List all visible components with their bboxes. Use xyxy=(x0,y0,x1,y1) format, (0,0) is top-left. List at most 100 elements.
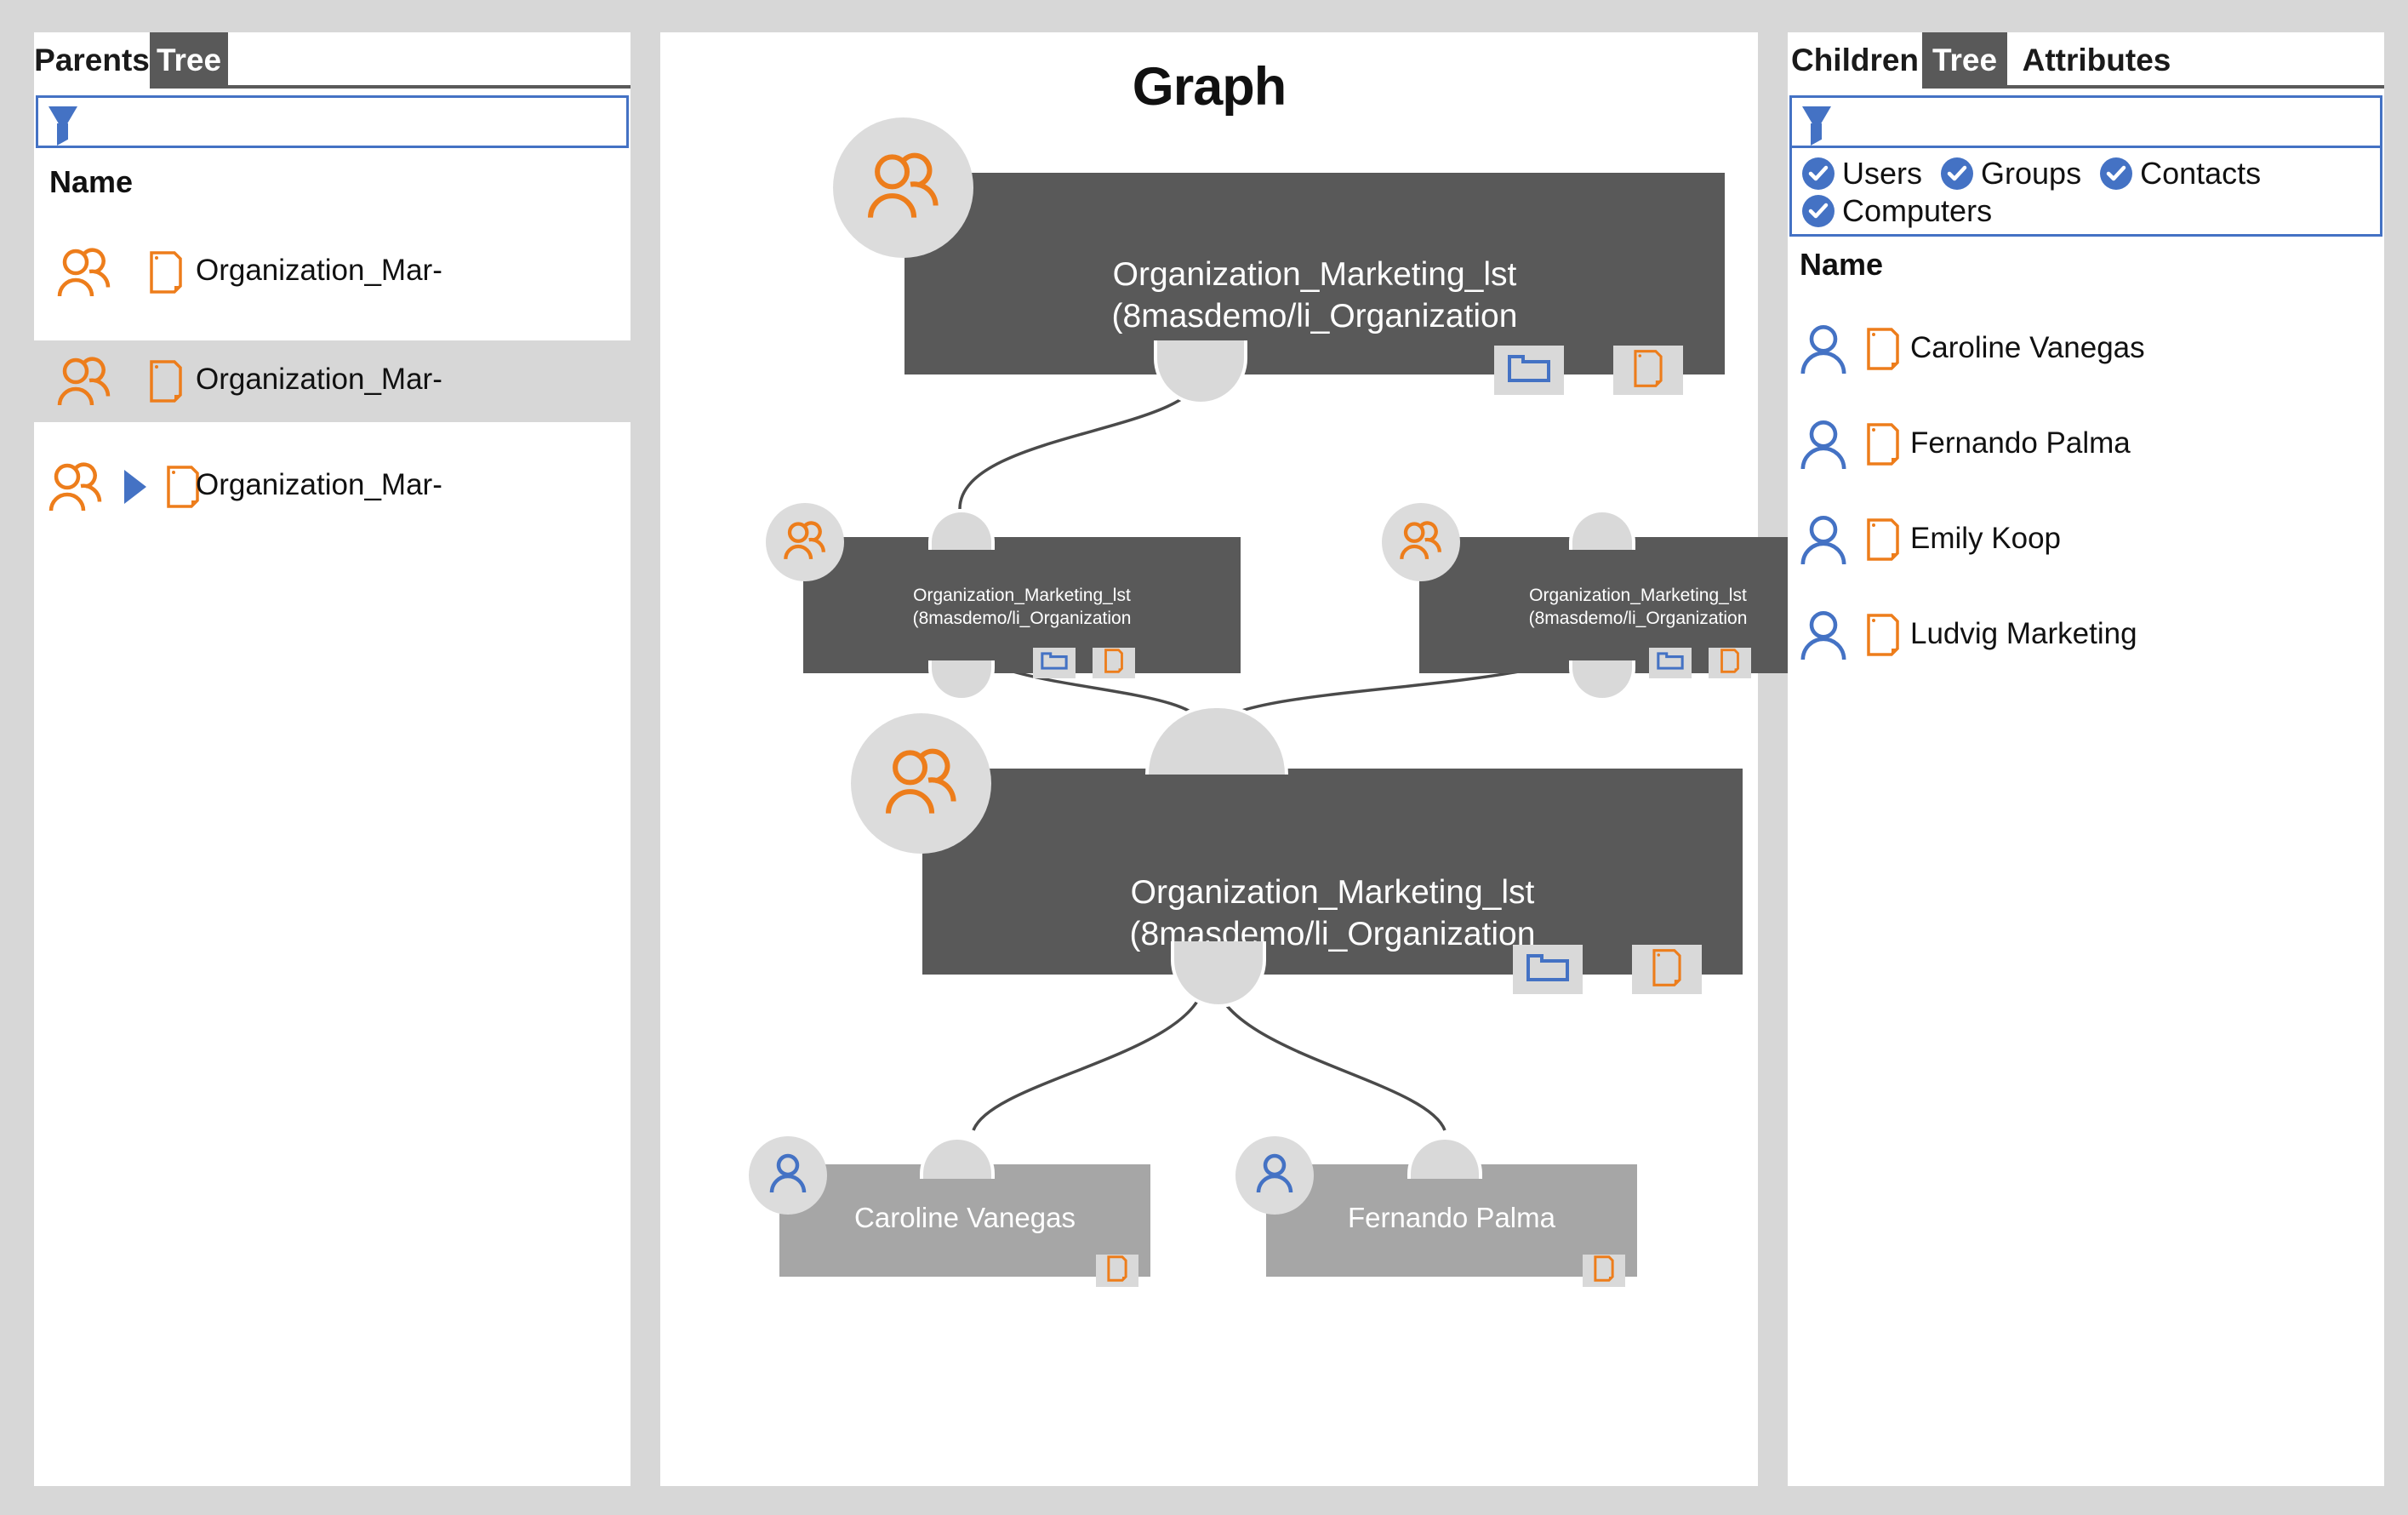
chevron-right-icon[interactable] xyxy=(121,468,151,510)
document-icon xyxy=(1866,422,1900,471)
tab-children-label: Children xyxy=(1790,43,1920,77)
tab-attributes[interactable]: Attributes xyxy=(2013,32,2180,89)
folder-icon xyxy=(1657,650,1684,676)
left-tab-underline xyxy=(228,85,631,89)
group-icon xyxy=(1397,519,1445,566)
children-tree-panel: Children Tree Attributes Users Groups Co… xyxy=(1788,32,2384,1486)
document-icon xyxy=(1866,613,1900,661)
user-icon xyxy=(1800,609,1847,666)
right-tab-underline xyxy=(2007,85,2384,89)
graph-node-mid-left-document-badge[interactable] xyxy=(1093,648,1135,678)
folder-icon xyxy=(1041,650,1068,676)
document-icon xyxy=(1632,349,1664,392)
document-icon xyxy=(149,359,183,408)
graph-panel: Graph Organization_Marketing_lst (8masdem… xyxy=(660,32,1857,1486)
children-list-item-2-label: Emily Koop xyxy=(1910,522,2062,555)
children-list-item-3-label: Ludvig Marketing xyxy=(1910,617,2137,650)
checkbox-groups-label: Groups xyxy=(1981,156,2082,191)
graph-node-caroline-label: Caroline Vanegas xyxy=(854,1202,1076,1233)
tab-attributes-label: Attributes xyxy=(2022,43,2171,77)
folder-icon xyxy=(1526,951,1570,989)
graph-node-center-folder-badge[interactable] xyxy=(1513,945,1583,994)
graph-node-center-label: Organization_Marketing_lst (8masdemo/li_O… xyxy=(1129,873,1536,952)
parents-tree-panel: Parents Tree Name Organization_Mar- Orga… xyxy=(0,32,665,1486)
children-list-item-3[interactable]: Ludvig Marketing xyxy=(1788,589,2384,684)
group-icon xyxy=(781,519,829,566)
group-icon xyxy=(54,245,114,304)
checkbox-contacts-label: Contacts xyxy=(2140,156,2262,191)
document-icon xyxy=(149,250,183,299)
graph-node-root-document-badge[interactable] xyxy=(1613,346,1683,395)
type-filter-group: Users Groups Contacts Computers xyxy=(1789,148,2382,237)
graph-node-mid-right-avatar xyxy=(1382,503,1460,581)
checkbox-users[interactable]: Users xyxy=(1802,156,1941,192)
graph-node-mid-left-avatar xyxy=(766,503,844,581)
tab-parents-label: Parents xyxy=(34,43,150,77)
tab-tree-left-label: Tree xyxy=(156,43,222,77)
graph-node-root-avatar xyxy=(833,117,973,258)
checkbox-groups[interactable]: Groups xyxy=(1941,156,2100,192)
checkbox-computers-label: Computers xyxy=(1842,193,1993,228)
tab-tree-right[interactable]: Tree xyxy=(1922,32,2007,89)
check-icon xyxy=(1802,195,1835,227)
graph-node-caroline-avatar xyxy=(749,1136,827,1215)
tab-tree-left[interactable]: Tree xyxy=(150,32,228,89)
graph-node-mid-left-folder-badge[interactable] xyxy=(1033,648,1076,678)
check-icon xyxy=(1802,157,1835,190)
children-list-item-0-label: Caroline Vanegas xyxy=(1910,331,2145,364)
parents-list-item-1-label: Organization_Mar- xyxy=(196,363,442,396)
document-icon xyxy=(1651,948,1683,992)
children-list-item-1-label: Fernando Palma xyxy=(1910,426,2131,460)
graph-node-root-label: Organization_Marketing_lst (8masdemo/li_O… xyxy=(1111,255,1518,334)
user-icon xyxy=(1800,419,1847,476)
parents-list-item-0[interactable]: Organization_Mar- xyxy=(34,235,631,310)
checkbox-users-label: Users xyxy=(1842,156,1923,191)
tab-children[interactable]: Children xyxy=(1788,32,1922,89)
left-tabbar: Parents Tree xyxy=(34,32,631,89)
graph-node-center-document-badge[interactable] xyxy=(1632,945,1702,994)
children-list-item-2[interactable]: Emily Koop xyxy=(1788,494,2384,589)
user-icon xyxy=(1800,323,1847,380)
user-icon xyxy=(1256,1153,1293,1198)
check-icon xyxy=(1941,157,1974,190)
checkbox-computers[interactable]: Computers xyxy=(1802,193,2011,229)
document-icon xyxy=(1106,1255,1128,1286)
graph-node-root-folder-badge[interactable] xyxy=(1494,346,1564,395)
tab-tree-right-label: Tree xyxy=(1932,43,1998,77)
checkbox-contacts[interactable]: Contacts xyxy=(2100,156,2280,192)
user-icon xyxy=(1800,514,1847,571)
graph-node-mid-right-document-badge[interactable] xyxy=(1709,648,1751,678)
document-icon xyxy=(166,465,200,513)
graph-node-center-avatar xyxy=(851,713,991,854)
document-icon xyxy=(1104,649,1124,677)
left-filter-input[interactable] xyxy=(36,95,629,148)
graph-node-caroline-document-badge[interactable] xyxy=(1096,1255,1138,1287)
document-icon xyxy=(1866,327,1900,375)
right-filter-input[interactable] xyxy=(1789,95,2382,148)
graph-node-fernando-avatar xyxy=(1235,1136,1314,1215)
parents-list-item-0-label: Organization_Mar- xyxy=(196,254,442,287)
graph-node-fernando-document-badge[interactable] xyxy=(1583,1255,1625,1287)
document-icon xyxy=(1593,1255,1615,1286)
graph-node-mid-left-label: Organization_Marketing_lst (8masdemo/li_O… xyxy=(912,586,1132,628)
graph-node-fernando-label: Fernando Palma xyxy=(1348,1202,1555,1233)
check-icon xyxy=(2100,157,2133,190)
parents-list-item-2[interactable]: Organization_Mar- xyxy=(34,446,631,528)
right-column-header-name: Name xyxy=(1800,247,1884,282)
group-icon xyxy=(46,460,106,518)
tab-parents[interactable]: Parents xyxy=(34,32,150,89)
left-column-header-name: Name xyxy=(49,164,134,199)
right-tabbar: Children Tree Attributes xyxy=(1788,32,2384,89)
parents-list-item-1[interactable]: Organization_Mar- xyxy=(0,340,665,422)
group-icon xyxy=(863,149,944,226)
group-icon xyxy=(881,745,962,822)
document-icon xyxy=(1720,649,1740,677)
graph-node-mid-right-folder-badge[interactable] xyxy=(1649,648,1692,678)
children-list-item-0[interactable]: Caroline Vanegas xyxy=(1788,303,2384,398)
document-icon xyxy=(1866,517,1900,566)
group-icon xyxy=(54,354,114,413)
parents-list-item-2-label: Organization_Mar- xyxy=(196,468,442,501)
folder-icon xyxy=(1507,352,1551,390)
children-list-item-1[interactable]: Fernando Palma xyxy=(1788,398,2384,494)
user-icon xyxy=(769,1153,807,1198)
